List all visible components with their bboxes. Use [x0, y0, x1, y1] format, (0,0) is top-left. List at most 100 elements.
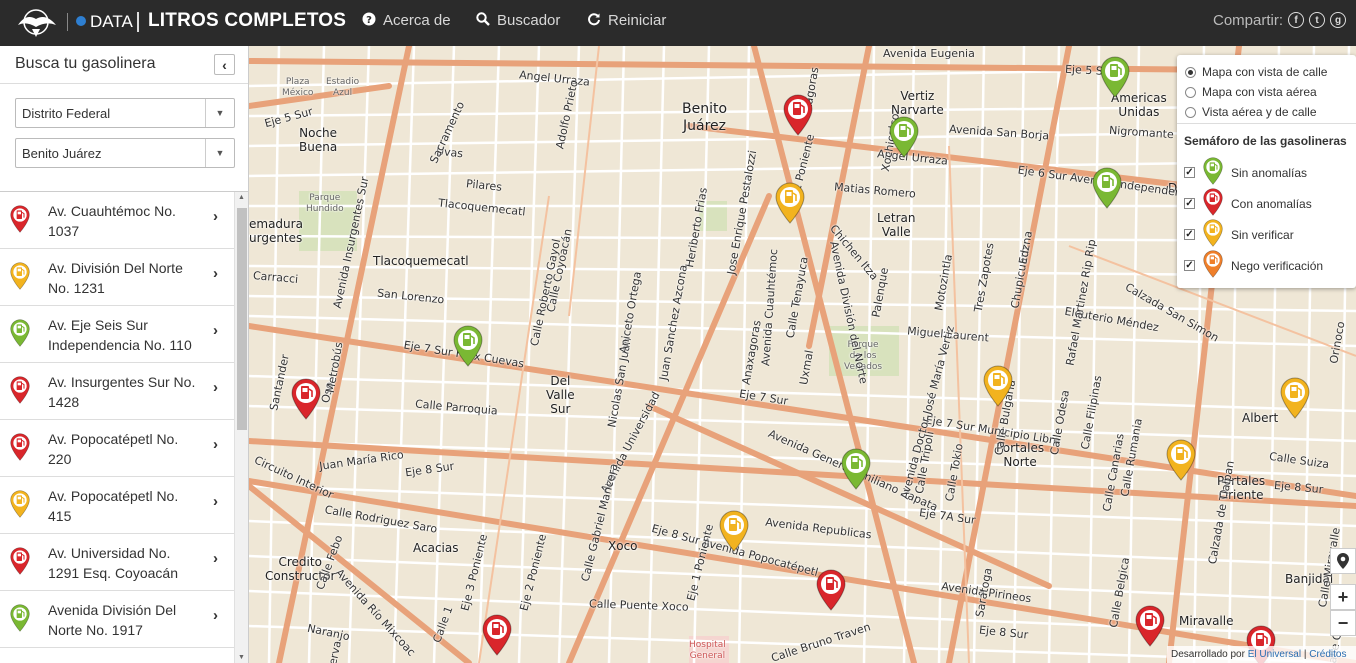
base-layer-aerial-label: Mapa con vista aérea: [1202, 85, 1317, 99]
base-layer-hybrid-label: Vista aérea y de calle: [1202, 105, 1317, 119]
credits-link[interactable]: Créditos: [1309, 649, 1346, 660]
map-label-acacias: Acacias: [413, 541, 459, 555]
map-label-miravalle: Miravalle: [1179, 614, 1234, 628]
station-address: Av. Cuauhtémoc No. 1037: [48, 203, 176, 239]
checkbox-checked-icon[interactable]: ✓: [1184, 198, 1195, 209]
zoom-out-button[interactable]: −: [1330, 610, 1356, 636]
legend-title: Semáforo de las gasolineras: [1184, 134, 1347, 148]
station-list: Av. Cuauhtémoc No. 1037 › Av. División Del…: [0, 192, 234, 663]
el-universal-eagle-logo-icon[interactable]: [14, 5, 60, 41]
gas-station-marker-green[interactable]: [1100, 56, 1130, 98]
chevron-right-icon[interactable]: ›: [213, 493, 218, 510]
map-layers-panel: Mapa con vista de calle Mapa con vista a…: [1177, 55, 1356, 288]
nav-search[interactable]: Buscador: [476, 12, 560, 29]
street-label: Avenida Eugenia: [883, 47, 975, 60]
nav-about[interactable]: ? Acerca de: [362, 12, 451, 29]
station-address: Av. División Del Norte No. 1231: [48, 260, 183, 296]
chevron-right-icon[interactable]: ›: [213, 208, 218, 225]
map-label-benito-juarez: Benito Juárez: [682, 101, 728, 134]
station-list-item[interactable]: Av. Insurgentes Sur No. 1428 ›: [0, 363, 234, 420]
checkbox-checked-icon[interactable]: ✓: [1184, 167, 1195, 178]
gas-station-marker-red[interactable]: [1135, 605, 1165, 647]
legend-sin-verificar[interactable]: ✓ Sin verificar: [1184, 219, 1294, 250]
chevron-right-icon[interactable]: ›: [213, 436, 218, 453]
gas-pump-pin-yellow-icon: [1203, 219, 1223, 250]
base-layer-street[interactable]: Mapa con vista de calle: [1185, 65, 1327, 79]
station-list-item[interactable]: Av. Cuauhtémoc No. 1037 ›: [0, 192, 234, 249]
google-plus-icon[interactable]: g: [1330, 12, 1346, 28]
gas-station-marker-yellow[interactable]: [1166, 439, 1196, 481]
gas-station-marker-yellow[interactable]: [775, 182, 805, 224]
gas-station-marker-green[interactable]: [889, 116, 919, 158]
gas-pump-pin-red-icon: [10, 205, 30, 238]
station-address: Av. Insurgentes Sur No. 1428: [48, 374, 196, 410]
legend-sin-anomalias[interactable]: ✓ Sin anomalías: [1184, 157, 1307, 188]
checkbox-checked-icon[interactable]: ✓: [1184, 260, 1195, 271]
el-universal-link[interactable]: El Universal: [1248, 649, 1301, 660]
data-brand-label[interactable]: DATA: [90, 12, 133, 32]
gas-pump-pin-red-icon: [10, 376, 30, 409]
map-label-del-valle-sur: Del Valle Sur: [546, 374, 575, 416]
collapse-sidebar-button[interactable]: ‹: [214, 54, 235, 75]
station-address: Av. Universidad No. 1291 Esq. Coyoacán: [48, 545, 178, 581]
facebook-icon[interactable]: f: [1288, 12, 1304, 28]
caret-down-icon: ▼: [205, 99, 234, 127]
gas-station-marker-green[interactable]: [841, 448, 871, 490]
scroll-up-arrow-icon[interactable]: ▲: [238, 194, 245, 201]
map-label-letran-valle: Letran Valle: [877, 211, 916, 239]
station-list-item[interactable]: Av. Eje Seis Sur Independencia No. 110 ›: [0, 306, 234, 363]
scrollbar-thumb[interactable]: [237, 208, 247, 430]
gas-station-marker-yellow[interactable]: [719, 510, 749, 552]
municipality-select[interactable]: Benito Juárez ▼: [15, 138, 235, 168]
gas-station-marker-green[interactable]: [453, 325, 483, 367]
base-layer-aerial[interactable]: Mapa con vista aérea: [1185, 85, 1317, 99]
radio-aerial[interactable]: [1185, 86, 1196, 98]
station-list-item[interactable]: Av. Popocatépetl No. 415 ›: [0, 477, 234, 534]
search-icon: [476, 12, 490, 29]
locate-me-button[interactable]: [1330, 548, 1356, 574]
app-title[interactable]: LITROS COMPLETOS: [148, 10, 346, 32]
base-layer-hybrid[interactable]: Vista aérea y de calle: [1185, 105, 1317, 119]
nav-reset[interactable]: Reiniciar: [587, 12, 666, 29]
chevron-right-icon[interactable]: ›: [213, 607, 218, 624]
state-select[interactable]: Distrito Federal ▼: [15, 98, 235, 128]
legend-nego-verificacion[interactable]: ✓ Nego verificación: [1184, 250, 1323, 281]
map-label-hospital-general: Hospital General: [689, 640, 726, 661]
gas-station-marker-yellow[interactable]: [1280, 377, 1310, 419]
checkbox-checked-icon[interactable]: ✓: [1184, 229, 1195, 240]
gas-pump-pin-red-icon: [1203, 188, 1223, 219]
station-list-item[interactable]: Avenida División Del Norte No. 1917 ›: [0, 591, 234, 648]
chevron-right-icon[interactable]: ›: [213, 322, 218, 339]
zoom-in-button[interactable]: +: [1330, 584, 1356, 610]
gas-station-marker-red[interactable]: [291, 378, 321, 420]
radio-street-selected[interactable]: [1185, 66, 1196, 78]
gas-station-marker-red[interactable]: [482, 614, 512, 656]
chevron-right-icon[interactable]: ›: [213, 265, 218, 282]
map-label-noche-buena: Noche Buena: [299, 126, 338, 154]
chevron-right-icon[interactable]: ›: [213, 550, 218, 567]
gas-station-marker-red[interactable]: [816, 569, 846, 611]
map-label-vertiz-narvarte: Vertiz Narvarte: [891, 89, 944, 117]
gas-pump-pin-yellow-icon: [10, 262, 30, 295]
station-list-item[interactable]: Av. Universidad No. 1291 Esq. Coyoacán ›: [0, 534, 234, 591]
station-list-item[interactable]: Av. División Del Norte No. 1231 ›: [0, 249, 234, 306]
municipality-select-value: Benito Juárez: [22, 146, 102, 161]
map-label-tlacoquemecatl: Tlacoquemecatl: [373, 254, 469, 268]
twitter-icon[interactable]: t: [1309, 12, 1325, 28]
gas-station-marker-yellow[interactable]: [983, 365, 1013, 407]
gas-station-marker-green[interactable]: [1092, 167, 1122, 209]
gas-pump-pin-green-icon: [10, 604, 30, 637]
scroll-down-arrow-icon[interactable]: ▼: [238, 654, 245, 661]
radio-hybrid[interactable]: [1185, 106, 1196, 118]
gas-station-marker-red[interactable]: [783, 94, 813, 136]
chevron-right-icon[interactable]: ›: [213, 379, 218, 396]
share-label: Compartir:: [1213, 12, 1284, 29]
station-list-item[interactable]: Av. Popocatépetl No. 220 ›: [0, 420, 234, 477]
brand-separator: [67, 13, 68, 31]
gas-pump-pin-green-icon: [10, 319, 30, 352]
station-list-scrollbar[interactable]: ▲ ▼: [234, 192, 248, 663]
gas-pump-pin-red-icon: [10, 433, 30, 466]
map-label-emadura-urgentes: emadura urgentes: [249, 217, 303, 245]
top-navigation-bar: DATA LITROS COMPLETOS ? Acerca de Buscad…: [0, 0, 1356, 46]
legend-con-anomalias[interactable]: ✓ Con anomalías: [1184, 188, 1312, 219]
